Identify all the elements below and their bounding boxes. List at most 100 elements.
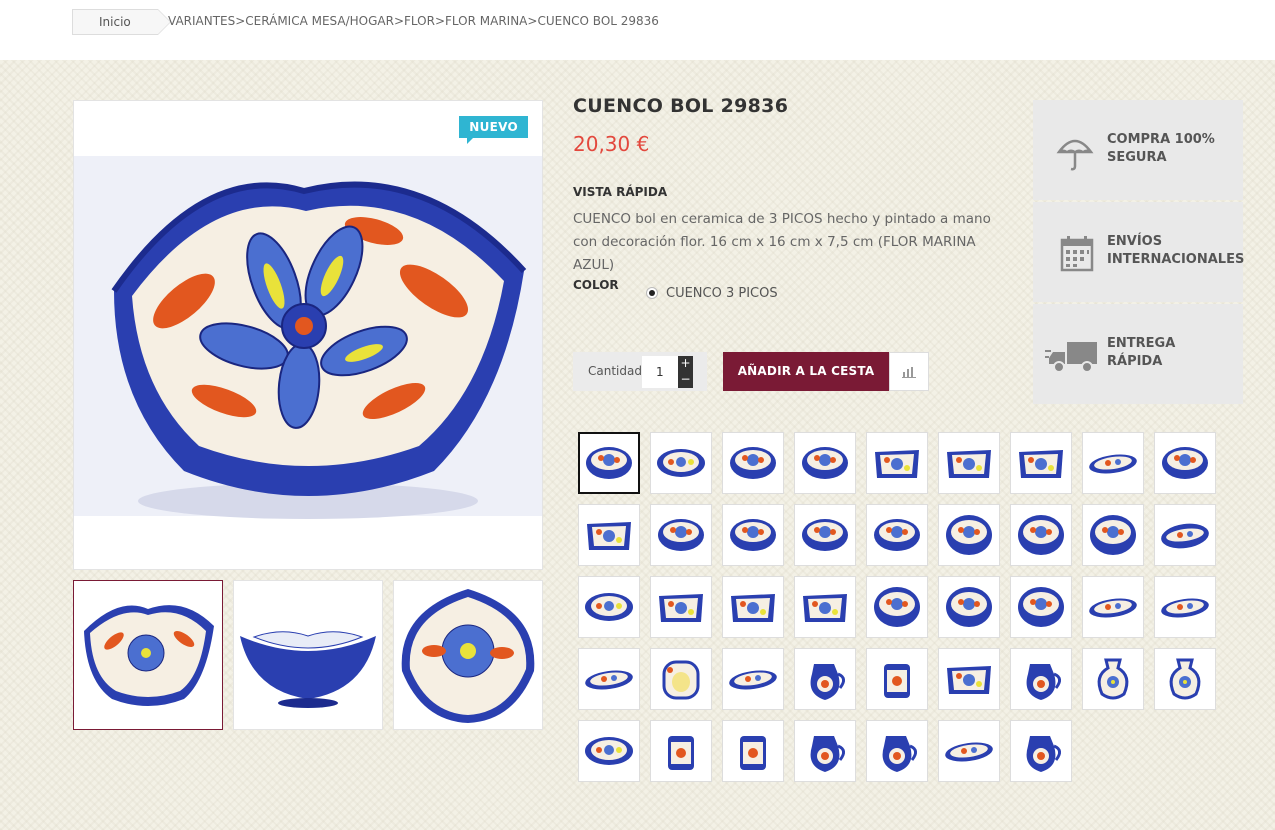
variant-thumbnail[interactable]	[722, 576, 784, 638]
compare-button[interactable]	[889, 352, 929, 391]
variant-thumbnail[interactable]	[938, 576, 1000, 638]
variant-thumbnail[interactable]	[1010, 576, 1072, 638]
ceramic-picture	[1089, 454, 1137, 474]
ceramic-picture	[657, 449, 705, 477]
variant-thumbnail[interactable]	[722, 648, 784, 710]
variant-thumbnail[interactable]	[866, 432, 928, 494]
variant-thumbnail[interactable]	[650, 432, 712, 494]
ceramic-picture	[810, 664, 845, 700]
variant-thumbnail[interactable]	[1154, 648, 1216, 710]
variant-thumbnail[interactable]	[1010, 504, 1072, 566]
product-thumbnails	[73, 580, 543, 730]
ceramic-picture	[740, 736, 766, 770]
bowl-thumbnail-side	[240, 631, 376, 708]
truck-icon	[1045, 342, 1097, 373]
radio-selected-icon[interactable]	[646, 287, 658, 299]
variant-thumbnail[interactable]	[650, 576, 712, 638]
bowl-thumbnail-front	[84, 605, 214, 706]
ceramic-picture	[1161, 598, 1209, 618]
variant-thumbnail[interactable]	[1082, 504, 1144, 566]
color-label: COLOR	[573, 278, 619, 292]
ceramic-picture	[730, 447, 776, 479]
variant-thumbnail[interactable]	[1010, 432, 1072, 494]
reassurance-item-shipping: ENVÍOS INTERNACIONALES	[1033, 202, 1245, 302]
quantity-input[interactable]	[642, 356, 678, 388]
variant-thumbnail[interactable]	[1010, 720, 1072, 782]
variant-thumbnail[interactable]	[578, 648, 640, 710]
variant-thumbnail[interactable]	[794, 720, 856, 782]
ceramic-picture	[802, 519, 848, 551]
variant-thumbnail[interactable]	[650, 720, 712, 782]
product-title: CUENCO BOL 29836	[573, 95, 789, 117]
ceramic-picture	[1097, 658, 1129, 700]
calendar-icon	[1060, 236, 1094, 272]
quantity-increase-icon[interactable]: +	[678, 356, 693, 372]
ceramic-picture	[668, 736, 694, 770]
variant-thumbnail[interactable]	[722, 720, 784, 782]
variant-thumbnail[interactable]	[866, 648, 928, 710]
variant-thumbnail[interactable]	[578, 576, 640, 638]
ceramic-picture	[585, 670, 633, 690]
variant-thumbnail[interactable]	[1082, 432, 1144, 494]
ceramic-picture	[731, 594, 775, 622]
variant-thumbnail[interactable]	[650, 648, 712, 710]
variant-thumbnail[interactable]	[938, 720, 1000, 782]
breadcrumb-home-link[interactable]: Inicio	[72, 9, 171, 35]
ceramic-picture	[947, 666, 991, 694]
variant-thumbnail[interactable]	[578, 432, 640, 494]
variant-thumbnail[interactable]	[578, 504, 640, 566]
ceramic-picture	[662, 660, 700, 700]
variant-thumbnail[interactable]	[866, 576, 928, 638]
ceramic-picture	[946, 515, 992, 555]
ceramic-picture	[729, 670, 777, 690]
ceramic-picture	[1089, 598, 1137, 618]
quick-view-label: VISTA RÁPIDA	[573, 185, 668, 199]
variant-thumbnail[interactable]	[578, 720, 640, 782]
ceramic-picture	[730, 519, 776, 551]
reassurance-item-delivery: ENTREGA RÁPIDA	[1033, 304, 1243, 404]
variant-thumbnail[interactable]	[722, 432, 784, 494]
ceramic-picture	[1019, 450, 1063, 478]
variant-thumbnail[interactable]	[866, 504, 928, 566]
ceramic-picture	[586, 447, 632, 479]
variant-thumbnail[interactable]	[938, 648, 1000, 710]
reassurance-panel: COMPRA 100% SEGURA ENVÍOS INTERNACIONALE…	[1033, 100, 1245, 405]
variant-thumbnail[interactable]	[1154, 576, 1216, 638]
ceramic-picture	[802, 447, 848, 479]
variant-thumbnail[interactable]	[1154, 432, 1216, 494]
variant-thumbnail[interactable]	[1082, 648, 1144, 710]
product-thumbnail-1[interactable]	[73, 580, 223, 730]
reassurance-secure-line2: SEGURA	[1107, 150, 1167, 165]
quantity-decrease-icon[interactable]: −	[678, 372, 693, 388]
color-option-radio[interactable]: CUENCO 3 PICOS	[646, 286, 778, 301]
ceramic-picture	[585, 593, 633, 621]
variant-thumbnail[interactable]	[794, 432, 856, 494]
product-main-image[interactable]: NUEVO	[73, 100, 543, 570]
variant-thumbnail[interactable]	[650, 504, 712, 566]
variant-thumbnail[interactable]	[1010, 648, 1072, 710]
variant-thumbnail[interactable]	[794, 648, 856, 710]
variant-thumbnail[interactable]	[794, 576, 856, 638]
bar-chart-icon	[902, 366, 916, 378]
ceramic-picture	[875, 450, 919, 478]
reassurance-shipping-line2: INTERNACIONALES	[1107, 252, 1245, 267]
ceramic-picture	[659, 594, 703, 622]
product-thumbnail-3[interactable]	[393, 580, 543, 730]
ceramic-picture	[587, 522, 631, 550]
breadcrumb-path[interactable]: VARIANTES>CERÁMICA MESA/HOGAR>FLOR>FLOR …	[168, 14, 659, 28]
variant-thumbnail[interactable]	[938, 504, 1000, 566]
variant-thumbnail[interactable]	[1082, 576, 1144, 638]
product-thumbnail-2[interactable]	[233, 580, 383, 730]
variant-thumbnail[interactable]	[938, 432, 1000, 494]
ceramic-picture	[945, 742, 993, 762]
variant-thumbnail[interactable]	[1154, 504, 1216, 566]
ceramic-picture	[585, 737, 633, 765]
ceramic-picture	[884, 664, 910, 698]
ceramic-picture	[882, 736, 917, 772]
add-to-cart-button[interactable]: AÑADIR A LA CESTA	[723, 352, 889, 391]
variant-thumbnail[interactable]	[722, 504, 784, 566]
top-bar: Inicio VARIANTES>CERÁMICA MESA/HOGAR>FLO…	[0, 0, 1275, 60]
variant-thumbnail[interactable]	[794, 504, 856, 566]
variant-thumbnail[interactable]	[866, 720, 928, 782]
ceramic-picture	[810, 736, 845, 772]
